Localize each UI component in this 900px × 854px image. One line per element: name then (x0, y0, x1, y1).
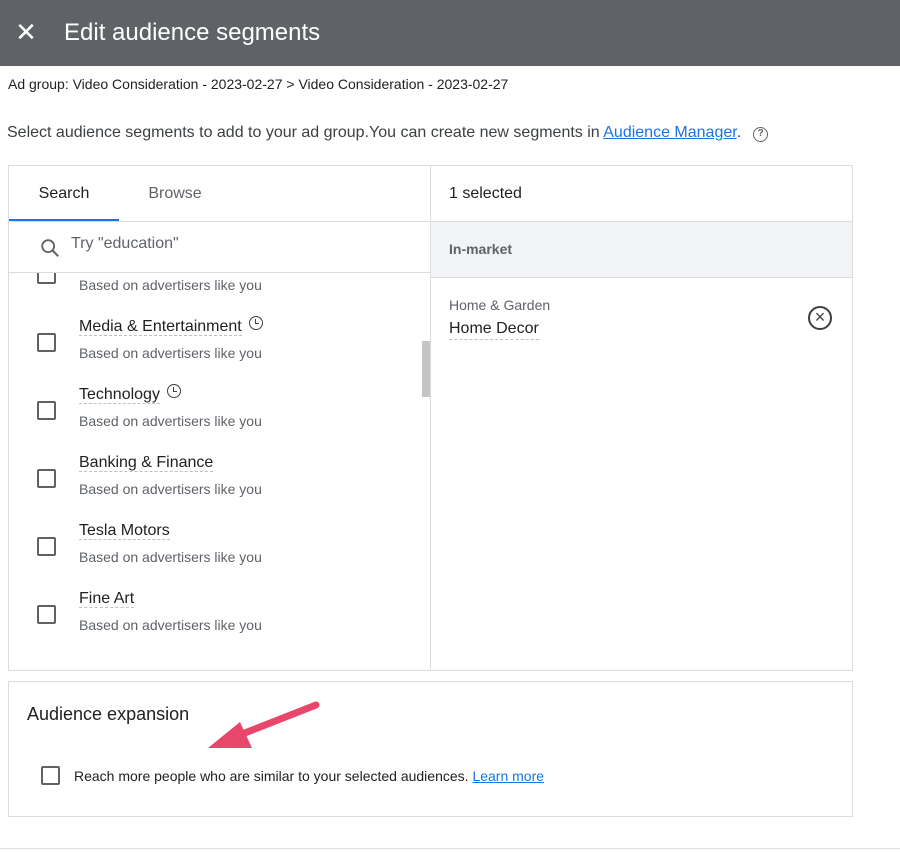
divider (0, 848, 900, 849)
annotation-arrow (208, 701, 320, 748)
